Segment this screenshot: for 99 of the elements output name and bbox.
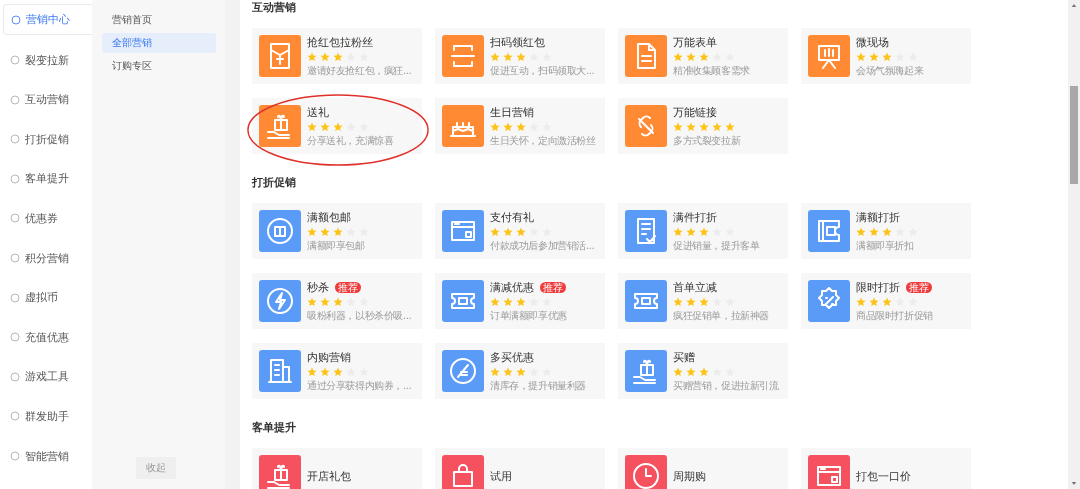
card-description: 多方式裂变拉新 [673,133,741,148]
feature-card[interactable]: 扫码领红包 促进互动，扫码领取大... [435,28,605,84]
scrollbar-track[interactable] [1068,0,1080,489]
circle-icon [10,411,20,422]
card-title: 周期购 [673,468,706,484]
submenu-item[interactable]: 订购专区 [102,56,216,76]
feature-card[interactable]: 试用 [435,448,605,489]
sidebar-item[interactable]: 客单提升 [3,164,92,194]
submenu-item[interactable]: 营销首页 [102,10,216,30]
card-title: 满额包邮 [307,209,351,225]
sidebar-item[interactable]: 裂变拉新 [3,45,92,75]
card-description: 精准收集顾客需求 [673,63,750,78]
feature-card[interactable]: 送礼 分享送礼，充满惊喜 [252,98,422,154]
sidebar-item[interactable]: 打折促销 [3,124,92,154]
circle-icon [10,292,20,303]
card-description: 订单满额即享优惠 [490,308,567,323]
card-description: 促进互动，扫码领取大... [490,63,595,78]
card-description: 会场气氛嗨起来 [856,63,924,78]
card-title: 限时打折 [856,279,900,295]
circle-icon [10,134,20,145]
feature-card[interactable]: 买赠 买赠营销，促进拉新引流 [618,343,788,399]
feature-card[interactable]: 抢红包拉粉丝 邀请好友抢红包，疯狂... [252,28,422,84]
feature-card[interactable]: 开店礼包 [252,448,422,489]
card-title: 秒杀 [307,279,329,295]
card-title: 抢红包拉粉丝 [307,34,373,50]
card-title: 满额打折 [856,209,900,225]
section-title: 打折促销 [252,176,297,190]
card-title: 微现场 [856,34,889,50]
feature-card[interactable]: 生日营销 生日关怀，定向激活粉丝 [435,98,605,154]
card-title: 生日营销 [490,104,534,120]
sidebar-item[interactable]: 智能营销 [3,441,92,471]
card-description: 吸粉利器，以秒杀价吸... [307,308,412,323]
circle-icon [11,14,21,25]
sidebar-item[interactable]: 互动营销 [3,85,92,115]
card-title: 内购营销 [307,349,351,365]
feature-card[interactable]: 内购营销 通过分享获得内购券，... [252,343,422,399]
card-title: 买赠 [673,349,695,365]
down-arrow-icon[interactable] [1071,481,1077,486]
feature-card[interactable]: 支付有礼 付款成功后参加营销活... [435,203,605,259]
section-title: 互动营销 [252,1,297,15]
circle-icon [10,173,20,184]
card-title: 打包一口价 [856,468,911,484]
up-arrow-icon[interactable] [1071,3,1077,8]
feature-card[interactable]: 多买优惠 清库存，提升销量利器 [435,343,605,399]
recommend-badge: 推荐 [540,281,566,293]
feature-card[interactable]: 万能链接 多方式裂变拉新 [618,98,788,154]
card-description: 满额即享折扣 [856,238,914,253]
circle-icon [10,213,20,224]
sidebar-item[interactable]: 充值优惠 [3,322,92,352]
card-description: 买赠营销，促进拉新引流 [673,378,779,393]
card-title: 扫码领红包 [490,34,545,50]
card-description: 商品限时打折促销 [856,308,933,323]
card-title: 万能表单 [673,34,717,50]
circle-icon [10,332,20,343]
feature-card[interactable]: 满额打折 满额即享折扣 [801,203,971,259]
card-title: 满件打折 [673,209,717,225]
sidebar-item[interactable]: 虚拟币 [3,283,92,313]
card-title: 支付有礼 [490,209,534,225]
card-description: 疯狂促销单，拉新神器 [673,308,769,323]
feature-card[interactable]: 首单立减 疯狂促销单，拉新神器 [618,273,788,329]
card-description: 满额即享包邮 [307,238,365,253]
card-title: 首单立减 [673,279,717,295]
feature-card[interactable]: 周期购 [618,448,788,489]
card-description: 邀请好友抢红包，疯狂... [307,63,412,78]
circle-icon [10,371,20,382]
card-title: 开店礼包 [307,468,351,484]
submenu-item[interactable]: 全部营销 [102,33,216,53]
sidebar-item[interactable]: 积分营销 [3,243,92,273]
recommend-badge: 推荐 [335,281,361,293]
feature-card[interactable]: 打包一口价 [801,448,971,489]
sidebar-item[interactable]: 优惠券 [3,203,92,233]
sidebar-item[interactable]: 营销中心 [3,4,92,35]
circle-icon [10,451,20,462]
feature-card[interactable]: 满件打折 促进销量，提升客单 [618,203,788,259]
card-description: 清库存，提升销量利器 [490,378,586,393]
card-title: 满减优惠 [490,279,534,295]
feature-card[interactable]: 限时打折 推荐 商品限时打折促销 [801,273,971,329]
feature-card[interactable]: 秒杀 推荐 吸粉利器，以秒杀价吸... [252,273,422,329]
circle-icon [10,55,20,66]
card-description: 分享送礼，充满惊喜 [307,133,394,148]
feature-card[interactable]: 万能表单 精准收集顾客需求 [618,28,788,84]
card-description: 通过分享获得内购券，... [307,378,412,393]
scrollbar-thumb[interactable] [1070,86,1078,184]
sidebar-item[interactable]: 游戏工具 [3,362,92,392]
feature-card[interactable]: 微现场 会场气氛嗨起来 [801,28,971,84]
sidebar-item[interactable]: 群发助手 [3,401,92,431]
feature-card[interactable]: 满减优惠 推荐 订单满额即享优惠 [435,273,605,329]
card-title: 万能链接 [673,104,717,120]
card-description: 生日关怀，定向激活粉丝 [490,133,596,148]
recommend-badge: 推荐 [906,281,932,293]
card-description: 付款成功后参加营销活... [490,238,595,253]
feature-card[interactable]: 满额包邮 满额即享包邮 [252,203,422,259]
card-title: 送礼 [307,104,329,120]
circle-icon [10,253,20,264]
card-title: 试用 [490,468,512,484]
section-title: 客单提升 [252,421,297,435]
card-description: 促进销量，提升客单 [673,238,760,253]
card-title: 多买优惠 [490,349,534,365]
circle-icon [10,94,20,105]
